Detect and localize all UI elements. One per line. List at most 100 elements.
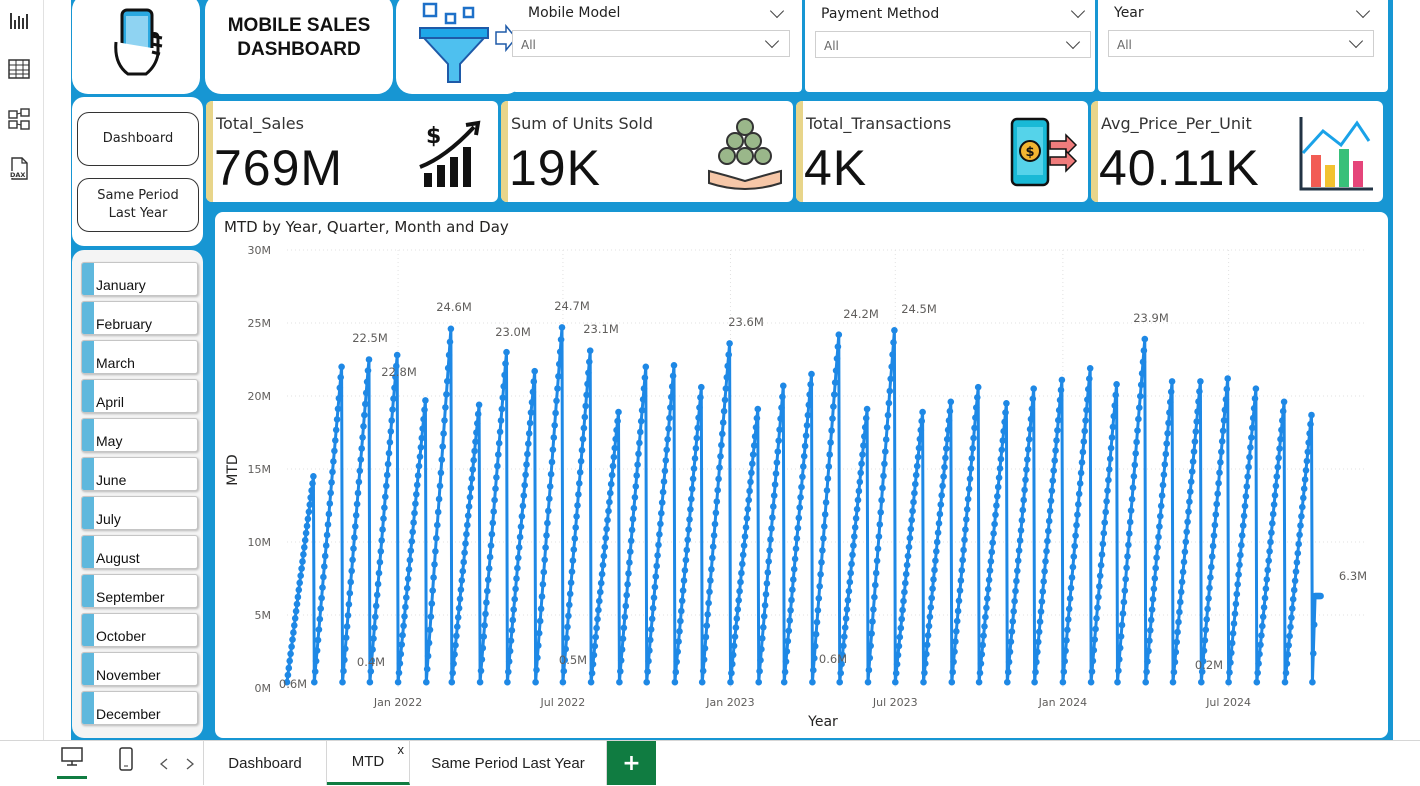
mtd-data-point [1190, 448, 1198, 455]
mtd-data-point [1287, 623, 1294, 631]
month-item-april[interactable]: April [81, 379, 198, 413]
mobile-model-dropdown[interactable]: All [512, 30, 790, 57]
dashboard-nav-button[interactable]: Dashboard [77, 112, 199, 166]
mtd-data-point [1177, 588, 1185, 596]
year-dropdown[interactable]: All [1108, 30, 1374, 57]
month-item-june[interactable]: June [81, 457, 198, 491]
month-item-december[interactable]: December [81, 691, 198, 725]
month-item-may[interactable]: May [81, 418, 198, 452]
mobile-layout-icon[interactable] [118, 747, 136, 773]
month-item-october[interactable]: October [81, 613, 198, 647]
mtd-data-point [576, 469, 584, 476]
mtd-data-point [1154, 544, 1161, 551]
model-view-icon[interactable] [6, 106, 32, 132]
mtd-data-point [1238, 541, 1245, 549]
mtd-data-point [923, 641, 931, 649]
mtd-data-point [1196, 388, 1203, 395]
tab-same-period-last-year[interactable]: Same Period Last Year [410, 741, 607, 785]
report-view-icon[interactable] [6, 8, 32, 34]
mtd-data-point [829, 415, 836, 422]
mtd-data-point [493, 474, 500, 481]
mtd-data-point [466, 493, 474, 501]
mtd-data-point [1157, 512, 1164, 520]
mtd-data-point [637, 417, 645, 425]
mtd-data-point [1272, 482, 1280, 490]
y-tick-label: 10M [248, 536, 272, 549]
mtd-line-chart[interactable]: MTD by Year, Quarter, Month and Day 0M 5M… [215, 212, 1388, 738]
mtd-data-point [831, 379, 839, 386]
chevron-down-icon[interactable] [769, 3, 785, 19]
mtd-data-point [773, 459, 781, 466]
mtd-data-point [562, 645, 569, 653]
dax-query-icon[interactable]: DAX [6, 156, 32, 182]
mtd-data-point [1069, 563, 1077, 571]
mtd-data-point [1236, 561, 1243, 569]
tab-mtd[interactable]: MTD x [327, 741, 410, 785]
table-view-icon[interactable] [6, 56, 32, 82]
mtd-data-point [1145, 647, 1152, 655]
mtd-data-point [790, 565, 798, 573]
month-item-august[interactable]: August [81, 535, 198, 569]
payment-method-slicer[interactable]: Payment Method All [805, 0, 1095, 92]
year-slicer[interactable]: Year All [1098, 0, 1388, 92]
mtd-data-point [676, 628, 683, 635]
mtd-data-point [1153, 554, 1160, 561]
mtd-data-point [297, 572, 304, 579]
mtd-data-point [796, 504, 803, 511]
mtd-data-point [783, 648, 791, 655]
mtd-data-point [934, 529, 942, 536]
chevron-down-icon[interactable] [1070, 3, 1086, 19]
month-item-september[interactable]: September [81, 574, 198, 608]
mtd-data-point [540, 568, 548, 576]
payment-method-dropdown[interactable]: All [815, 31, 1091, 58]
mtd-data-point [604, 516, 611, 524]
chevron-down-icon[interactable] [1065, 34, 1081, 50]
mtd-data-point [742, 524, 750, 531]
add-page-button[interactable]: + [607, 741, 656, 785]
mobile-model-slicer[interactable]: Mobile Model All [512, 0, 802, 92]
mtd-data-point [465, 503, 473, 510]
month-item-march[interactable]: March [81, 340, 198, 374]
mtd-data-point [674, 648, 681, 655]
mtd-data-point [870, 606, 877, 613]
mtd-data-point [1001, 418, 1008, 426]
mtd-data-point [547, 470, 555, 478]
tab-scroll-right-icon[interactable] [186, 755, 195, 774]
same-period-nav-button[interactable]: Same Period Last Year [77, 178, 199, 232]
report-canvas: MOBILE SALES DASHBOARD Mobile Model All [71, 0, 1393, 740]
mtd-data-point [548, 458, 556, 466]
mtd-data-point [1068, 574, 1076, 581]
chevron-down-icon[interactable] [764, 33, 780, 49]
mtd-data-point [544, 519, 551, 527]
mtd-data-point [1270, 501, 1278, 508]
tab-dashboard[interactable]: Dashboard [203, 741, 327, 785]
kpi-units-sold: Sum of Units Sold 19K [501, 101, 793, 202]
month-item-january[interactable]: January [81, 262, 198, 296]
mtd-data-point [1045, 527, 1052, 535]
mtd-data-point [371, 624, 378, 631]
mtd-data-point [1200, 647, 1208, 654]
mtd-data-point [1097, 561, 1105, 569]
mtd-data-point [705, 599, 712, 607]
month-item-july[interactable]: July [81, 496, 198, 530]
data-label: 24.7M [554, 299, 590, 313]
mtd-data-point [390, 395, 397, 402]
chevron-down-icon[interactable] [1355, 3, 1371, 19]
mtd-data-point [1194, 408, 1201, 415]
month-item-february[interactable]: February [81, 301, 198, 335]
tab-scroll-left-icon[interactable] [159, 755, 168, 774]
mtd-data-point [894, 651, 902, 659]
chevron-down-icon[interactable] [1348, 33, 1364, 49]
mtd-data-point [690, 465, 698, 472]
desktop-layout-icon[interactable] [57, 747, 87, 779]
mtd-data-point [1162, 450, 1170, 458]
mtd-data-point [471, 447, 478, 455]
mtd-data-point [841, 624, 849, 631]
month-item-november[interactable]: November [81, 652, 198, 686]
close-tab-icon[interactable]: x [398, 742, 405, 757]
mtd-data-point [543, 532, 550, 539]
mtd-data-point [1085, 385, 1092, 393]
mtd-data-point [928, 594, 935, 602]
mtd-data-point [681, 567, 689, 574]
mtd-data-point [1086, 375, 1093, 382]
